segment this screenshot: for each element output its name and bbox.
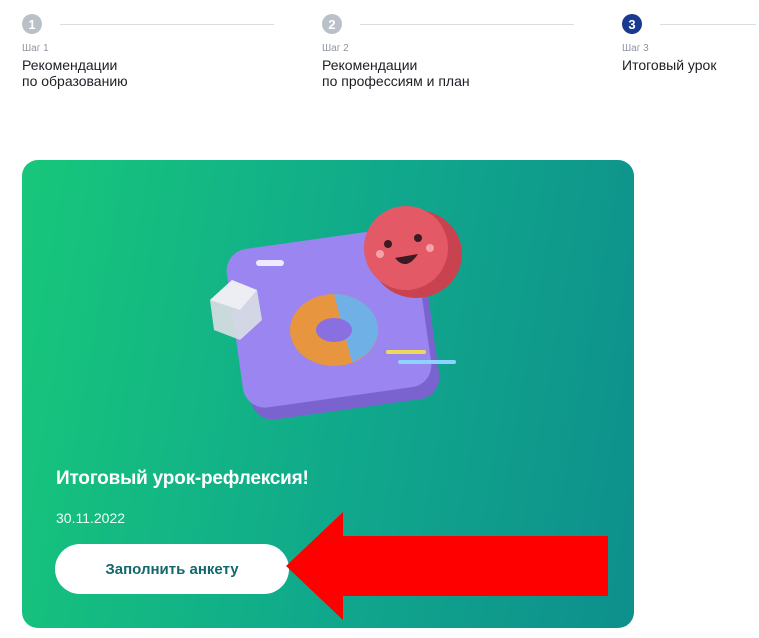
- step-1-connector: [60, 23, 274, 25]
- step-3-connector: [660, 23, 756, 25]
- step-2-subtitle: Шаг 2: [322, 43, 349, 54]
- step-1-title: Рекомендации по образованию: [22, 57, 128, 89]
- step-3-subtitle: Шаг 3: [622, 43, 649, 54]
- card-title: Итоговый урок-рефлексия!: [56, 468, 309, 489]
- step-1-header: 1: [22, 14, 274, 34]
- step-3-header: 3: [622, 14, 756, 34]
- step-2-connector: [360, 23, 574, 25]
- step-3-title: Итоговый урок: [622, 57, 717, 73]
- step-3[interactable]: 3 Шаг 3 Итоговый урок: [622, 14, 756, 73]
- step-3-number: 3: [622, 14, 642, 34]
- step-2[interactable]: 2 Шаг 2 Рекомендации по профессиям и пла…: [322, 14, 574, 89]
- fill-form-button[interactable]: Заполнить анкету: [55, 544, 289, 594]
- card-date: 30.11.2022: [56, 510, 126, 526]
- smiley-donut-illustration: [210, 206, 462, 420]
- step-2-number: 2: [322, 14, 342, 34]
- step-1-number: 1: [22, 14, 42, 34]
- step-2-title: Рекомендации по профессиям и план: [322, 57, 470, 89]
- step-1[interactable]: 1 Шаг 1 Рекомендации по образованию: [22, 14, 274, 89]
- step-1-subtitle: Шаг 1: [22, 43, 49, 54]
- red-arrow-icon: [286, 512, 608, 620]
- step-2-header: 2: [322, 14, 574, 34]
